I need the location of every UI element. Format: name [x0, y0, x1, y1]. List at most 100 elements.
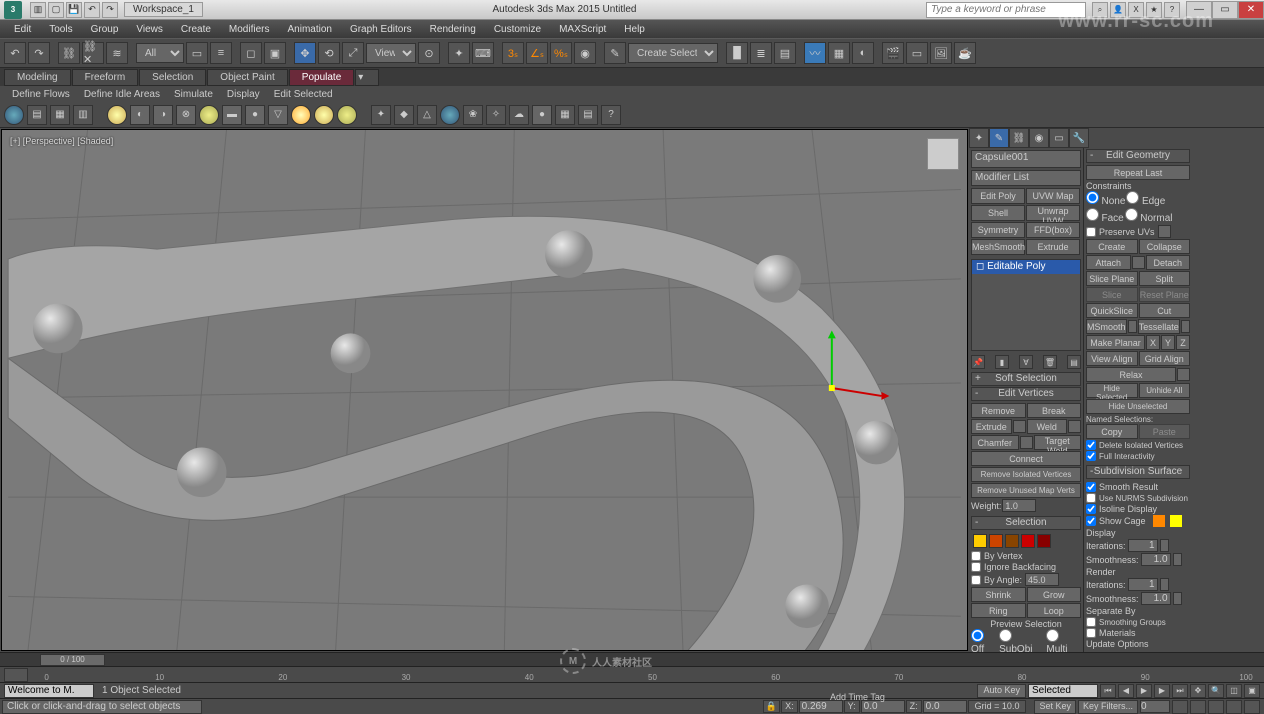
select-rotate-icon[interactable]: ⟲ — [318, 42, 340, 64]
qat-open-icon[interactable]: ▢ — [48, 2, 64, 18]
break-button[interactable]: Break — [1027, 403, 1082, 418]
help2-icon[interactable]: ? — [601, 105, 621, 125]
weld-settings-icon[interactable] — [1068, 420, 1081, 433]
align-icon[interactable]: ≣ — [750, 42, 772, 64]
fx-icon-5[interactable]: ✧ — [486, 105, 506, 125]
select-object-icon[interactable]: ▭ — [186, 42, 208, 64]
qat-new-icon[interactable]: ▥ — [30, 2, 46, 18]
grow-button[interactable]: Grow — [1027, 587, 1082, 602]
loop-button[interactable]: Loop — [1027, 603, 1082, 618]
play-icon[interactable]: ▶ — [1136, 684, 1152, 698]
timeconfig-icon[interactable] — [1172, 700, 1188, 714]
mod-extrude[interactable]: Extrude — [1026, 239, 1080, 255]
goto-start-icon[interactable]: ⏮ — [1100, 684, 1116, 698]
shrink-button[interactable]: Shrink — [971, 587, 1026, 602]
help-search-input[interactable] — [926, 2, 1086, 18]
rit-spinner[interactable] — [1160, 578, 1169, 591]
split-button[interactable]: Split — [1139, 271, 1191, 286]
light-icon-2[interactable]: ◑ — [153, 105, 173, 125]
msmooth-button[interactable]: MSmooth — [1086, 319, 1127, 334]
menu-maxscript[interactable]: MAXScript — [551, 23, 614, 36]
menu-group[interactable]: Group — [83, 23, 127, 36]
sun-icon[interactable] — [291, 105, 311, 125]
ribbon-defineidle[interactable]: Define Idle Areas — [78, 89, 166, 100]
prev-multi-radio[interactable] — [1046, 629, 1059, 642]
prev-off-radio[interactable] — [971, 629, 984, 642]
percent-snap-icon[interactable]: %ₛ — [550, 42, 572, 64]
mod-unwrap[interactable]: Unwrap UVW — [1026, 205, 1080, 221]
spinner-snap-icon[interactable]: ◉ — [574, 42, 596, 64]
angle-snap-icon[interactable]: ∠ₛ — [526, 42, 548, 64]
nav-maximize-icon[interactable] — [1208, 700, 1224, 714]
redo-icon[interactable]: ↷ — [28, 42, 50, 64]
qat-redo-icon[interactable]: ↷ — [102, 2, 118, 18]
attach-settings-icon[interactable] — [1132, 256, 1145, 269]
maximize-button[interactable]: ▭ — [1212, 1, 1238, 19]
select-name-icon[interactable]: ≡ — [210, 42, 232, 64]
autokey-button[interactable]: Auto Key — [977, 684, 1026, 698]
fullint-checkbox[interactable] — [1086, 451, 1096, 461]
schematic-icon[interactable]: ▦ — [828, 42, 850, 64]
menu-create[interactable]: Create — [173, 23, 219, 36]
nav-fov-icon[interactable]: ◫ — [1226, 684, 1242, 698]
rollout-selection[interactable]: Selection — [971, 516, 1081, 530]
iterations-spinner[interactable] — [1160, 539, 1169, 552]
render-icon[interactable]: 🖼 — [930, 42, 952, 64]
object-name-field[interactable]: Capsule001 — [971, 150, 1081, 168]
smgroups-checkbox[interactable] — [1086, 617, 1096, 627]
time-slider-thumb[interactable]: 0 / 100 — [40, 654, 105, 666]
sliceplane-button[interactable]: Slice Plane — [1086, 271, 1138, 286]
ring-button[interactable]: Ring — [971, 603, 1026, 618]
preserveuv-settings-icon[interactable] — [1158, 225, 1171, 238]
attach-button[interactable]: Attach — [1086, 255, 1131, 270]
makeplanar-button[interactable]: Make Planar — [1086, 335, 1145, 350]
menu-views[interactable]: Views — [128, 23, 171, 36]
ribbon-editselected[interactable]: Edit Selected — [268, 89, 339, 100]
removeiso-button[interactable]: Remove Isolated Vertices — [971, 467, 1081, 482]
link-icon[interactable]: ⛓ — [58, 42, 80, 64]
keymode-dropdown[interactable]: Selected — [1028, 684, 1098, 698]
tab-utilities-icon[interactable]: 🔧 — [1069, 128, 1089, 148]
rollout-subdiv[interactable]: Subdivision Surface — [1086, 465, 1190, 479]
bind-icon[interactable]: ≋ — [106, 42, 128, 64]
goto-end-icon[interactable]: ⏭ — [1172, 684, 1188, 698]
mod-editpoly[interactable]: Edit Poly — [971, 188, 1025, 204]
list-icon[interactable]: ▤ — [578, 105, 598, 125]
targetweld-button[interactable]: Target Weld — [1034, 435, 1082, 450]
cage-color1[interactable] — [1153, 515, 1165, 527]
iterations-input[interactable] — [1128, 539, 1158, 552]
msmooth-settings-icon[interactable] — [1128, 320, 1137, 333]
gridalign-button[interactable]: Grid Align — [1139, 351, 1191, 366]
light-icon-1[interactable]: ◐ — [130, 105, 150, 125]
ribbon-tab-modeling[interactable]: Modeling — [4, 69, 71, 86]
help-icon[interactable]: ? — [1164, 2, 1180, 18]
prev-subobj-radio[interactable] — [999, 629, 1012, 642]
rollout-soft-selection[interactable]: Soft Selection — [971, 372, 1081, 386]
ribbon-tab-populate[interactable]: Populate — [289, 69, 354, 86]
fx-icon-2[interactable]: ◆ — [394, 105, 414, 125]
sphere-grey-icon[interactable]: ● — [245, 105, 265, 125]
rollout-edit-geometry[interactable]: Edit Geometry — [1086, 149, 1190, 163]
subobj-element-icon[interactable] — [1037, 534, 1051, 548]
viewport-label[interactable]: [+] [Perspective] [Shaded] — [10, 136, 113, 146]
globe-icon[interactable] — [4, 105, 24, 125]
minimize-button[interactable]: — — [1186, 1, 1212, 19]
addtimetag-button[interactable]: Add Time Tag — [830, 692, 885, 702]
undo-icon[interactable]: ↶ — [4, 42, 26, 64]
snap-toggle-icon[interactable]: 3ₛ — [502, 42, 524, 64]
quickslice-button[interactable]: QuickSlice — [1086, 303, 1138, 318]
rendered-frame-icon[interactable]: ▭ — [906, 42, 928, 64]
bulb2-icon[interactable] — [314, 105, 334, 125]
manipulate-icon[interactable]: ✦ — [448, 42, 470, 64]
menu-animation[interactable]: Animation — [279, 23, 339, 36]
menu-modifiers[interactable]: Modifiers — [221, 23, 278, 36]
mod-uvwmap[interactable]: UVW Map — [1026, 188, 1080, 204]
ignorebf-checkbox[interactable] — [971, 562, 981, 572]
nav-zoomext-icon[interactable]: ▣ — [1244, 684, 1260, 698]
create-button[interactable]: Create — [1086, 239, 1138, 254]
tessellate-button[interactable]: Tessellate — [1138, 319, 1180, 334]
stack-pin-icon[interactable]: 📌 — [971, 355, 985, 369]
viewalign-button[interactable]: View Align — [1086, 351, 1138, 366]
byangle-input[interactable] — [1025, 573, 1059, 586]
relax-settings-icon[interactable] — [1177, 368, 1190, 381]
